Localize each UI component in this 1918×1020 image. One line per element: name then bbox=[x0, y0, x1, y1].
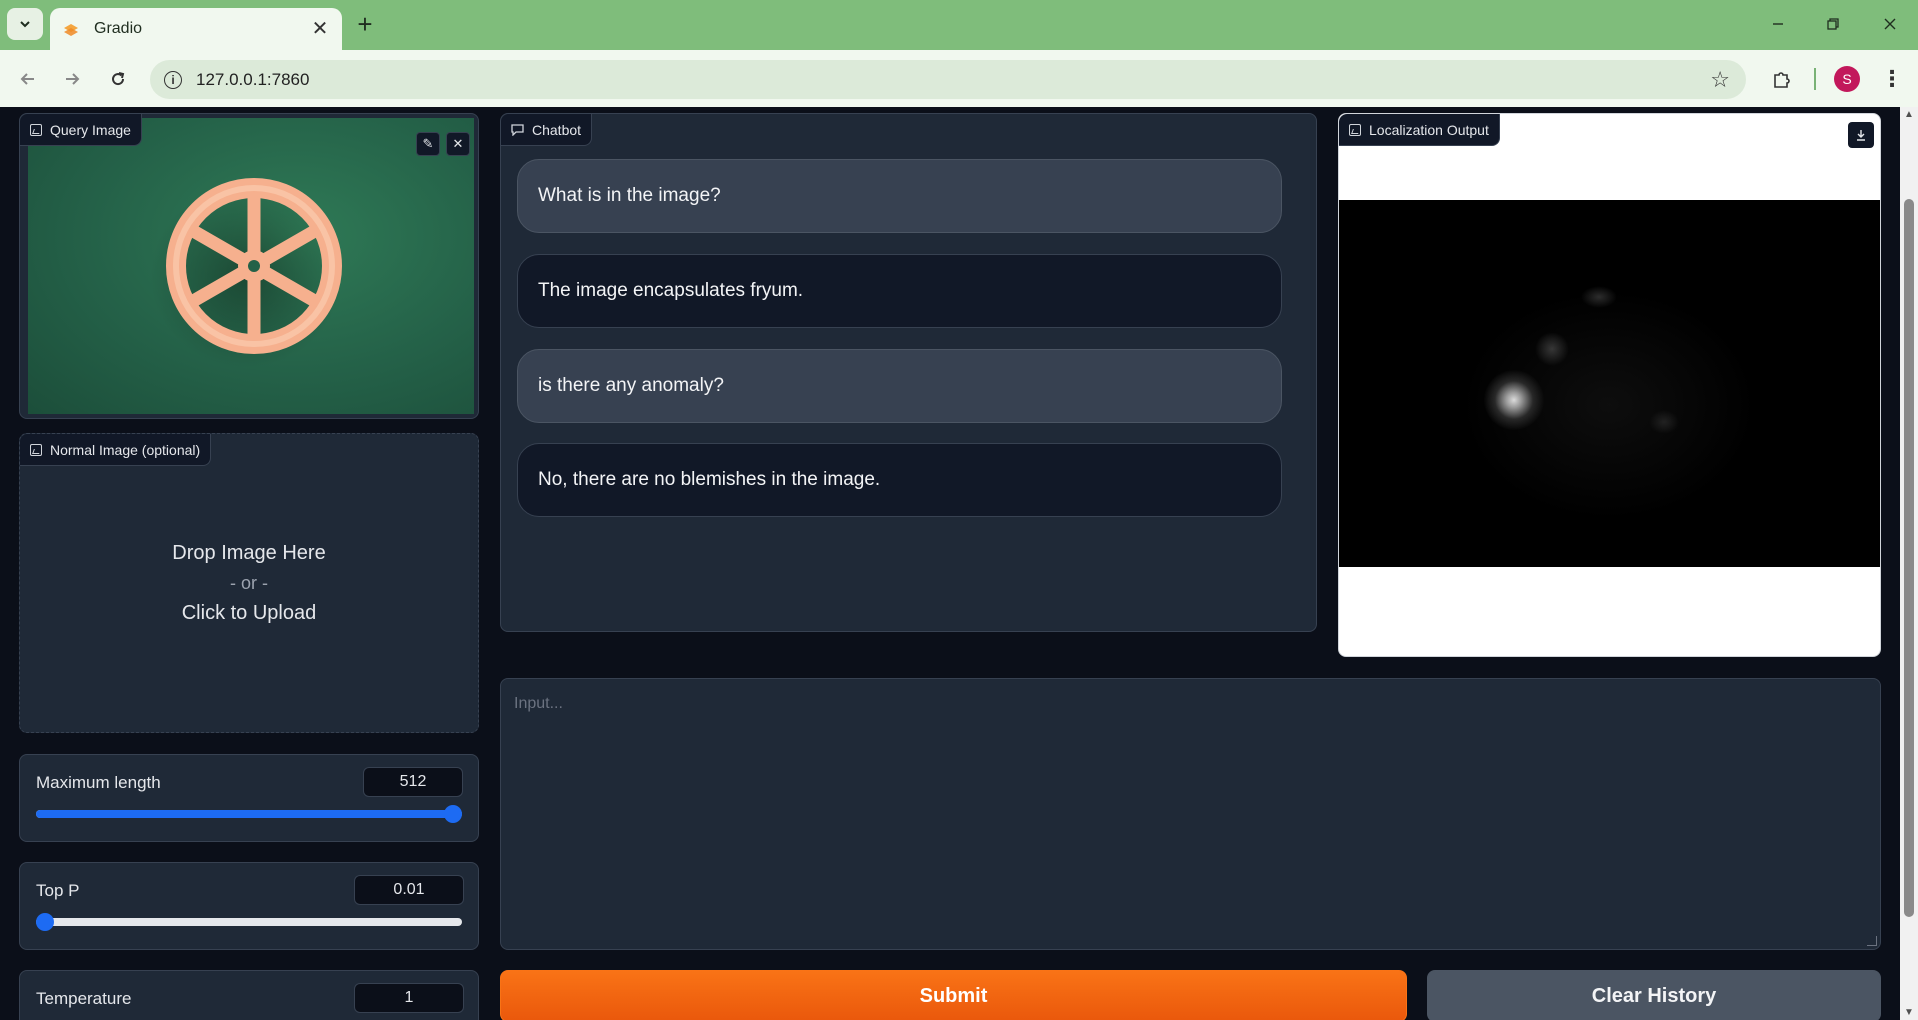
scrollbar-thumb[interactable] bbox=[1904, 199, 1914, 917]
address-bar[interactable]: i 127.0.0.1:7860 ☆ bbox=[150, 60, 1746, 99]
resize-handle-icon[interactable] bbox=[1867, 936, 1877, 946]
slider-fill bbox=[36, 810, 462, 818]
normal-image-upload[interactable]: Normal Image (optional) Drop Image Here … bbox=[19, 433, 479, 733]
click-to-upload-text[interactable]: Click to Upload bbox=[20, 598, 478, 628]
page-scrollbar[interactable]: ▲ ▼ bbox=[1900, 107, 1918, 1020]
bookmark-star-icon[interactable]: ☆ bbox=[1710, 67, 1730, 93]
minimize-icon[interactable] bbox=[1758, 8, 1798, 40]
slider-handle[interactable] bbox=[444, 805, 462, 823]
top-p-number-input[interactable]: 0.01 bbox=[354, 875, 464, 905]
chat-message-user: is there any anomaly? bbox=[517, 349, 1282, 423]
profile-avatar[interactable]: S bbox=[1834, 66, 1860, 92]
toolbar-separator bbox=[1814, 68, 1816, 90]
back-arrow-icon[interactable] bbox=[12, 63, 44, 95]
max-length-number-input[interactable]: 512 bbox=[363, 767, 463, 797]
localization-output-panel: Localization Output bbox=[1338, 113, 1881, 657]
upload-dropzone[interactable]: Drop Image Here - or - Click to Upload bbox=[20, 538, 478, 628]
slider-handle[interactable] bbox=[36, 913, 54, 931]
edit-icon[interactable]: ✎ bbox=[416, 132, 440, 156]
gradio-favicon-icon bbox=[64, 24, 78, 36]
new-tab-button[interactable]: + bbox=[350, 10, 380, 40]
chat-input-panel bbox=[500, 678, 1881, 950]
scroll-down-arrow-icon[interactable]: ▼ bbox=[1904, 1007, 1914, 1018]
chat-message-bot: No, there are no blemishes in the image. bbox=[517, 443, 1282, 517]
chat-message-bot: The image encapsulates fryum. bbox=[517, 254, 1282, 328]
localization-heatmap-image bbox=[1339, 200, 1880, 567]
max-length-label: Maximum length bbox=[36, 773, 161, 792]
tab-title: Gradio bbox=[94, 20, 143, 37]
browser-tab-strip: Gradio ✕ + bbox=[0, 0, 1918, 50]
max-length-slider-panel: Maximum length 512 bbox=[19, 754, 479, 842]
chatbot-panel: Chatbot What is in the image? The image … bbox=[500, 113, 1317, 632]
restore-icon[interactable] bbox=[1813, 8, 1853, 40]
drop-image-text: Drop Image Here bbox=[172, 542, 326, 564]
chatbot-label: Chatbot bbox=[501, 114, 593, 146]
image-icon bbox=[1349, 123, 1361, 136]
browser-tab[interactable]: Gradio ✕ bbox=[50, 8, 342, 50]
gradio-page: Query Image ✎ ✕ Normal Image (optional) … bbox=[0, 107, 1918, 1020]
query-image-photo bbox=[28, 118, 474, 414]
top-p-slider[interactable] bbox=[36, 913, 462, 931]
query-image-panel[interactable]: Query Image ✎ ✕ bbox=[19, 113, 479, 419]
close-icon[interactable]: ✕ bbox=[446, 132, 470, 156]
chat-bubble-icon bbox=[511, 123, 524, 136]
close-tab-icon[interactable]: ✕ bbox=[310, 19, 330, 39]
normal-image-label: Normal Image (optional) bbox=[20, 434, 212, 466]
image-icon bbox=[30, 123, 42, 136]
temperature-number-input[interactable]: 1 bbox=[354, 983, 464, 1013]
temperature-label: Temperature bbox=[36, 989, 132, 1008]
forward-arrow-icon[interactable] bbox=[56, 63, 88, 95]
temperature-slider-panel: Temperature 1 bbox=[19, 970, 479, 1020]
clear-history-button[interactable]: Clear History bbox=[1427, 970, 1881, 1020]
chat-message-user: What is in the image? bbox=[517, 159, 1282, 233]
localization-output-label: Localization Output bbox=[1339, 114, 1500, 146]
close-window-icon[interactable] bbox=[1870, 8, 1910, 40]
top-p-label: Top P bbox=[36, 881, 80, 900]
image-icon bbox=[30, 443, 42, 456]
browser-menu-icon[interactable]: ⋮ bbox=[1876, 63, 1908, 95]
download-icon[interactable] bbox=[1848, 122, 1874, 148]
tab-search-button[interactable] bbox=[7, 8, 43, 40]
fryum-wheel-image bbox=[150, 178, 342, 368]
max-length-slider[interactable] bbox=[36, 805, 462, 823]
reload-icon[interactable] bbox=[102, 63, 134, 95]
chevron-down-icon bbox=[20, 21, 30, 28]
submit-button[interactable]: Submit bbox=[500, 970, 1407, 1020]
site-info-icon[interactable]: i bbox=[164, 70, 182, 89]
query-image-label: Query Image bbox=[20, 114, 142, 146]
extensions-puzzle-icon[interactable] bbox=[1766, 63, 1798, 95]
scroll-up-arrow-icon[interactable]: ▲ bbox=[1904, 109, 1914, 120]
url-text[interactable]: 127.0.0.1:7860 bbox=[196, 70, 1710, 90]
heatmap-haze bbox=[1449, 280, 1769, 530]
top-p-slider-panel: Top P 0.01 bbox=[19, 862, 479, 950]
chat-input-field[interactable] bbox=[501, 679, 1880, 949]
or-text: - or - bbox=[230, 573, 268, 593]
